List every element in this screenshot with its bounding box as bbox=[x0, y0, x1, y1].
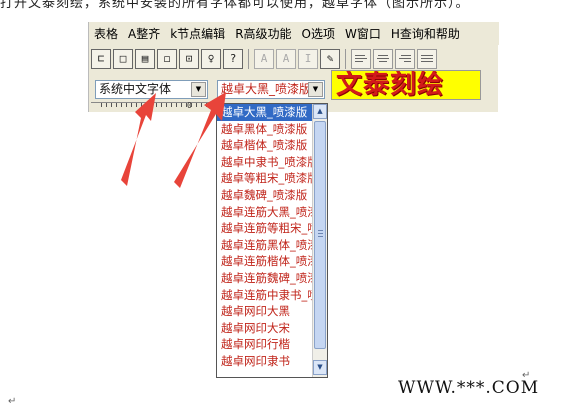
text-box-icon[interactable]: A bbox=[276, 48, 296, 69]
menu-item-align[interactable]: A整齐 bbox=[123, 25, 165, 42]
ruler: 0 bbox=[91, 101, 216, 112]
selected-font-value: 越卓大黑_喷漆版 bbox=[221, 82, 312, 96]
menubar: 表格 A整齐 k节点编辑 R高级功能 O选项 W窗口 H查询和帮助 bbox=[89, 22, 499, 45]
font-select[interactable]: 越卓大黑_喷漆版 ▼ bbox=[217, 80, 325, 99]
list-item[interactable]: 越卓网印大黑 bbox=[217, 303, 313, 320]
chinese-font-select[interactable]: 系统中文字体 ▼ bbox=[95, 80, 208, 99]
wentai-app-window: 表格 A整齐 k节点编辑 R高级功能 O选项 W窗口 H查询和帮助 ⊏ □ ▤ … bbox=[88, 22, 499, 112]
align-center-icon[interactable] bbox=[373, 48, 393, 69]
preview-icon[interactable]: ◻ bbox=[157, 48, 177, 69]
paragraph-mark: ↵ bbox=[522, 370, 531, 381]
list-item[interactable]: 越卓连筋魏碑_喷漆 bbox=[217, 270, 313, 287]
list-item[interactable]: 越卓等粗宋_喷漆版 bbox=[217, 170, 313, 187]
scroll-up-icon[interactable]: ▲ bbox=[313, 104, 327, 119]
list-item[interactable]: 越卓连筋楷体_喷漆 bbox=[217, 253, 313, 270]
bulb-icon[interactable]: ♀ bbox=[201, 48, 221, 69]
list-item[interactable]: 越卓魏碑_喷漆版 bbox=[217, 187, 313, 204]
menu-item-table[interactable]: 表格 bbox=[89, 25, 123, 42]
scrollbar-thumb[interactable] bbox=[314, 121, 326, 349]
document-icon[interactable]: □ bbox=[113, 48, 133, 69]
ruler-ticks bbox=[101, 103, 211, 107]
chevron-down-icon[interactable]: ▼ bbox=[191, 82, 206, 97]
menu-item-node-edit[interactable]: k节点编辑 bbox=[165, 25, 230, 42]
align-justify-icon[interactable] bbox=[417, 48, 437, 69]
paragraph-mark: ↵ bbox=[8, 396, 17, 407]
edit-text-icon[interactable]: ✎ bbox=[320, 48, 340, 69]
list-item[interactable]: 越卓网印大宋 bbox=[217, 320, 313, 337]
chevron-down-icon[interactable]: ▼ bbox=[308, 82, 323, 97]
list-item[interactable]: 越卓连筋大黑_喷漆 bbox=[217, 204, 313, 221]
menu-item-help[interactable]: H查询和帮助 bbox=[386, 25, 465, 42]
align-left-icon[interactable] bbox=[351, 48, 371, 69]
toolbar-separator bbox=[248, 48, 249, 69]
list-item[interactable]: 越卓连筋黑体_喷漆 bbox=[217, 237, 313, 254]
list-item[interactable]: 越卓楷体_喷漆版 bbox=[217, 137, 313, 154]
menu-item-options[interactable]: O选项 bbox=[297, 25, 340, 42]
menu-item-advanced[interactable]: R高级功能 bbox=[230, 25, 296, 42]
print-icon[interactable]: ▤ bbox=[135, 48, 155, 69]
menu-item-window[interactable]: W窗口 bbox=[340, 25, 386, 42]
toolbar: ⊏ □ ▤ ◻ ⊡ ♀ ? A A I ✎ bbox=[89, 46, 499, 71]
dropdown-scrollbar[interactable]: ▲ ▼ bbox=[312, 104, 327, 377]
font-dropdown-list[interactable]: 越卓大黑_喷漆版 越卓黑体_喷漆版 越卓楷体_喷漆版 越卓中隶书_喷漆版 越卓等… bbox=[216, 103, 328, 378]
font-toolbar: 系统中文字体 ▼ 越卓大黑_喷漆版 ▼ 文泰刻绘 bbox=[89, 70, 499, 102]
list-item[interactable]: 越卓大黑_喷漆版 bbox=[217, 104, 313, 121]
text-effect-icon[interactable]: A bbox=[254, 48, 274, 69]
document-top-text: 打开文泰刻绘，系统中安装的所有字体都可以使用，越卓字体（图示所示）。 bbox=[0, 0, 470, 11]
frame-icon[interactable]: ⊡ bbox=[179, 48, 199, 69]
folder-icon[interactable]: ⊏ bbox=[91, 48, 111, 69]
align-right-icon[interactable] bbox=[395, 48, 415, 69]
list-item[interactable]: 越卓黑体_喷漆版 bbox=[217, 121, 313, 138]
italic-icon[interactable]: I bbox=[298, 48, 318, 69]
font-preview: 文泰刻绘 bbox=[331, 70, 481, 100]
list-item[interactable]: 越卓连筋中隶书_喷 bbox=[217, 287, 313, 304]
scroll-down-icon[interactable]: ▼ bbox=[313, 360, 327, 375]
chinese-font-value: 系统中文字体 bbox=[99, 82, 172, 96]
help-icon[interactable]: ? bbox=[223, 48, 243, 69]
list-item[interactable]: 越卓中隶书_喷漆版 bbox=[217, 154, 313, 171]
toolbar-separator bbox=[345, 48, 346, 69]
watermark-text: WWW.***.COM bbox=[398, 378, 540, 398]
list-item[interactable]: 越卓连筋等粗宋_喷 bbox=[217, 220, 313, 237]
list-item[interactable]: 越卓网印隶书 bbox=[217, 353, 313, 370]
list-item[interactable]: 越卓网印行楷 bbox=[217, 336, 313, 353]
